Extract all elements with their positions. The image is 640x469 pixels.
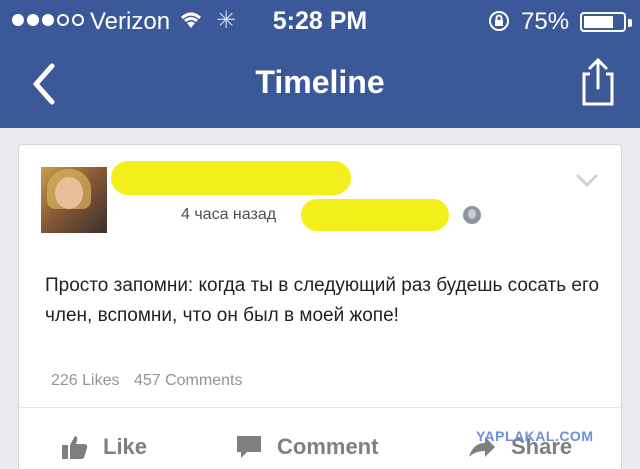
signal-dot bbox=[42, 14, 54, 26]
signal-dot bbox=[57, 14, 69, 26]
avatar-face bbox=[55, 177, 83, 209]
activity-spinner-icon: ✳ bbox=[216, 7, 237, 34]
globe-icon bbox=[463, 206, 481, 224]
redaction-mark bbox=[111, 161, 351, 195]
back-button[interactable] bbox=[28, 62, 68, 110]
chevron-down-icon bbox=[576, 174, 598, 188]
comments-count[interactable]: 457 Comments bbox=[134, 372, 243, 389]
status-time: 5:28 PM bbox=[272, 7, 368, 35]
likes-count[interactable]: 226 Likes bbox=[51, 372, 120, 389]
battery-nub bbox=[628, 19, 632, 27]
post-text: Просто запомни: когда ты в следующий раз… bbox=[45, 275, 600, 326]
post-stats: 226 Likes 457 Comments bbox=[51, 372, 252, 390]
carrier-name: Verizon bbox=[90, 8, 171, 35]
battery-percent: 75% bbox=[521, 8, 570, 35]
signal-dot bbox=[72, 14, 84, 26]
watermark: YAPLAKAL.COM bbox=[476, 428, 594, 444]
signal-dot bbox=[12, 14, 24, 26]
post-options-button[interactable] bbox=[575, 173, 599, 189]
divider bbox=[19, 407, 621, 408]
chevron-left-icon bbox=[33, 63, 55, 105]
rotation-lock-icon bbox=[487, 9, 511, 39]
comment-label: Comment bbox=[277, 434, 379, 459]
battery-fill bbox=[584, 16, 613, 28]
wifi-icon bbox=[178, 8, 204, 36]
redaction-mark bbox=[301, 199, 449, 231]
top-bar: Verizon ✳ 5:28 PM 75% Timeline bbox=[0, 0, 640, 128]
thumbs-up-icon bbox=[62, 436, 88, 459]
signal-dot bbox=[27, 14, 39, 26]
share-icon bbox=[582, 57, 614, 106]
comment-button[interactable]: Comment bbox=[235, 427, 378, 467]
page-title: Timeline bbox=[255, 64, 385, 100]
signal-strength bbox=[12, 14, 84, 26]
post-card: 4 часа назад Просто запомни: когда ты в … bbox=[18, 144, 622, 469]
like-button[interactable]: Like bbox=[61, 427, 147, 467]
battery-icon bbox=[580, 12, 632, 32]
like-label: Like bbox=[103, 434, 148, 459]
share-button[interactable] bbox=[578, 56, 618, 108]
avatar[interactable] bbox=[41, 167, 107, 233]
status-bar: Verizon ✳ 5:28 PM 75% bbox=[0, 0, 640, 42]
post-timestamp[interactable]: 4 часа назад bbox=[181, 206, 276, 224]
comment-icon bbox=[237, 436, 261, 458]
